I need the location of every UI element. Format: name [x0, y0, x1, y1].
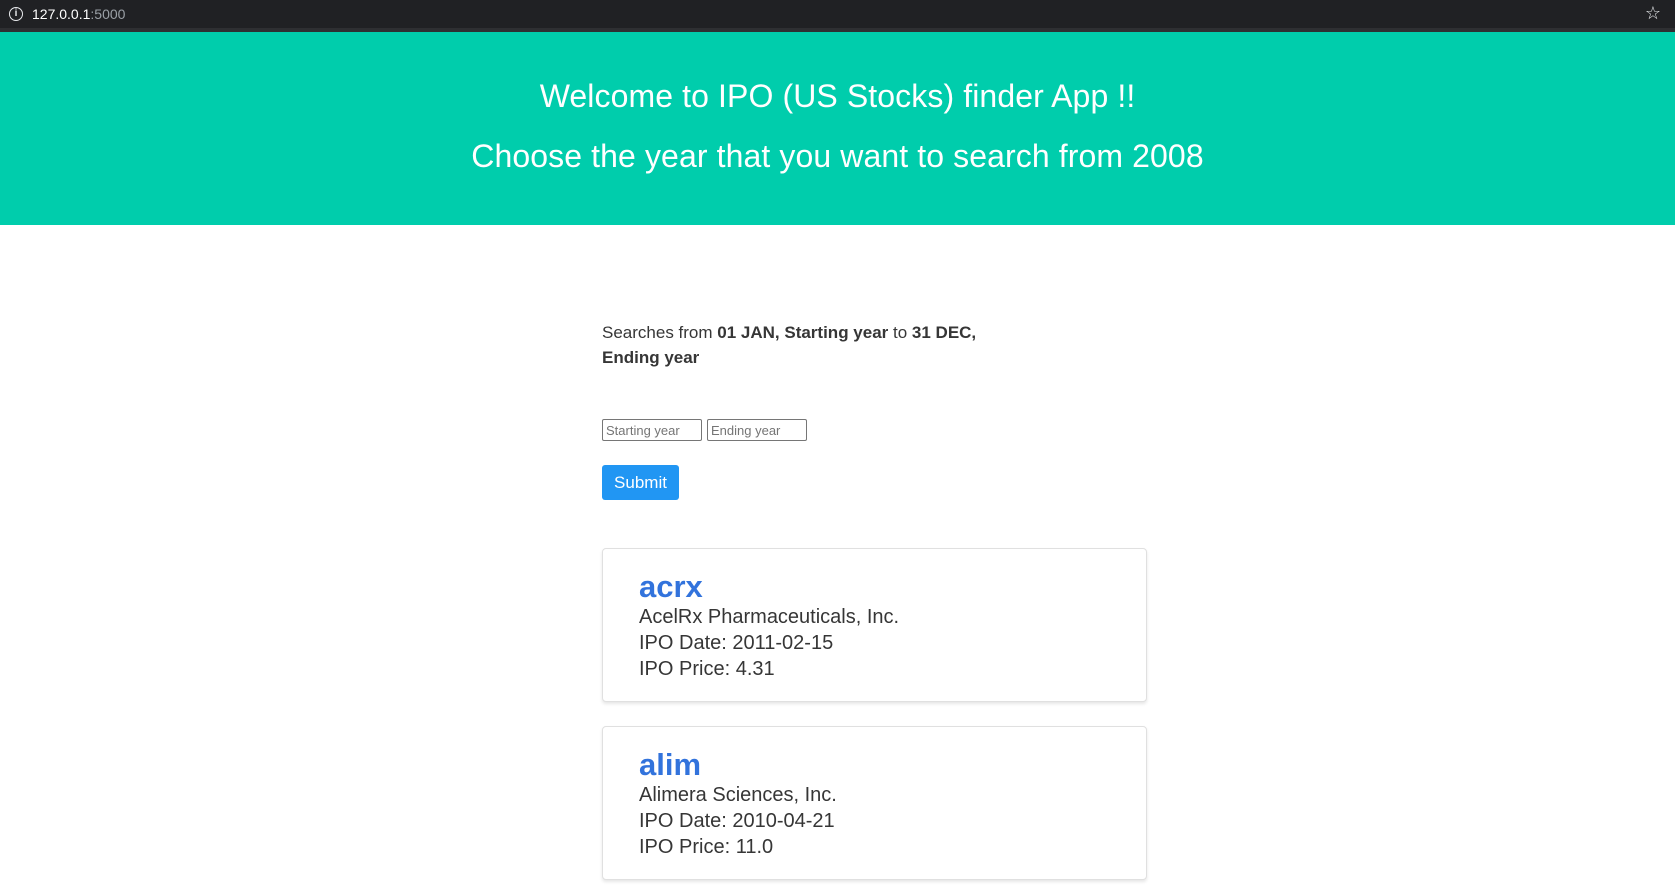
url-host: 127.0.0.1 — [32, 6, 91, 22]
url-port: :5000 — [90, 6, 126, 22]
year-inputs — [602, 419, 807, 441]
hero-subtitle: Choose the year that you want to search … — [471, 138, 1204, 174]
hero-banner: Welcome to IPO (US Stocks) finder App !!… — [0, 32, 1675, 225]
submit-button[interactable]: Submit — [602, 465, 679, 500]
search-range-note: Searches from 01 JAN, Starting year to 3… — [602, 320, 1032, 370]
ending-year-input[interactable] — [707, 419, 807, 441]
note-start: 01 JAN, Starting year — [717, 323, 889, 342]
ticker-symbol-link[interactable]: alim — [639, 747, 701, 783]
company-name: Alimera Sciences, Inc. — [639, 784, 837, 806]
browser-address-bar: i 127.0.0.1:5000 ☆ — [0, 0, 1675, 32]
ticker-symbol-link[interactable]: acrx — [639, 569, 703, 605]
hero-title: Welcome to IPO (US Stocks) finder App !! — [539, 78, 1136, 114]
ipo-price: IPO Price: 4.31 — [639, 658, 775, 680]
ipo-date: IPO Date: 2011-02-15 — [639, 632, 834, 654]
note-prefix: Searches from — [602, 323, 718, 342]
info-icon[interactable]: i — [9, 7, 23, 21]
bookmark-star-icon[interactable]: ☆ — [1645, 3, 1661, 24]
ipo-result-card: alim Alimera Sciences, Inc. IPO Date: 20… — [602, 726, 1147, 880]
starting-year-input[interactable] — [602, 419, 702, 441]
url-text[interactable]: 127.0.0.1:5000 — [32, 6, 125, 22]
ipo-price: IPO Price: 11.0 — [639, 836, 774, 858]
ipo-date: IPO Date: 2010-04-21 — [639, 810, 835, 832]
company-name: AcelRx Pharmaceuticals, Inc. — [639, 606, 900, 628]
ipo-result-card: acrx AcelRx Pharmaceuticals, Inc. IPO Da… — [602, 548, 1147, 702]
note-middle: to — [888, 323, 912, 342]
